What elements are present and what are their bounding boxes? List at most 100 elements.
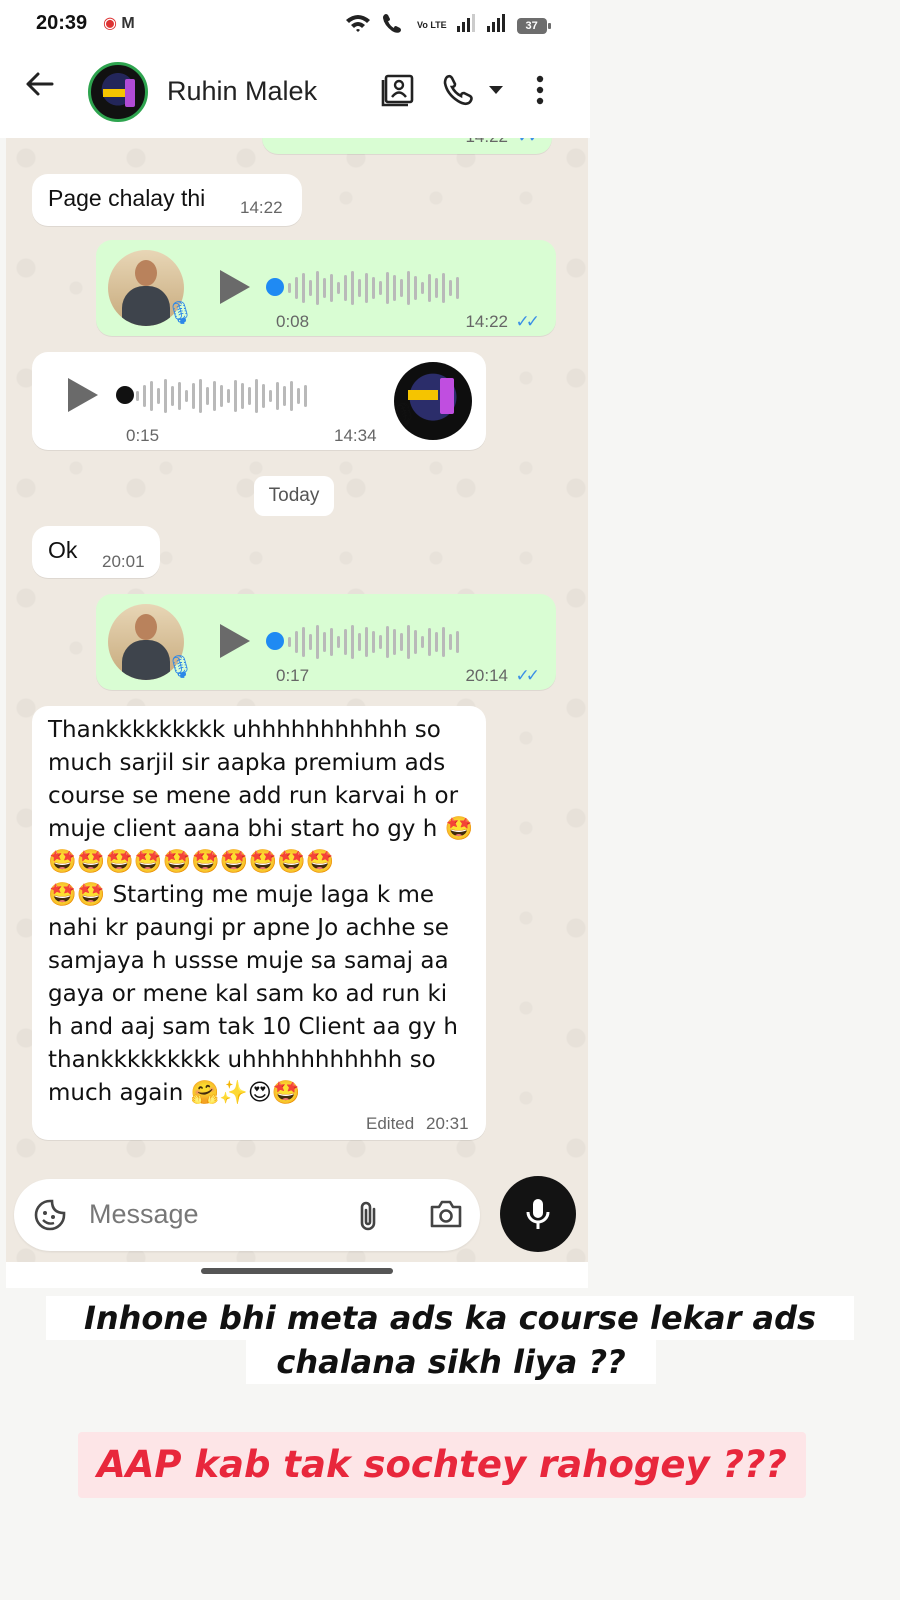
- waveform-bar: [309, 634, 312, 650]
- battery-icon: 37: [516, 17, 551, 34]
- read-ticks-icon: ✓✓: [515, 666, 540, 685]
- waveform-bar: [400, 633, 403, 651]
- message-time: 20:01: [102, 552, 145, 571]
- back-arrow-icon[interactable]: [24, 68, 64, 108]
- waveform-bar: [449, 634, 452, 650]
- waveform-bar: [379, 281, 382, 295]
- waveform-bar: [337, 636, 340, 648]
- camera-icon[interactable]: [429, 1199, 463, 1231]
- message-time: 20:14: [465, 666, 508, 685]
- waveform[interactable]: [288, 624, 459, 660]
- caption-highlight: AAP kab tak sochtey rahogey ???: [78, 1432, 806, 1498]
- waveform-bar: [171, 386, 174, 406]
- waveform-bar: [421, 636, 424, 648]
- waveform-bar: [435, 632, 438, 652]
- status-time: 20:39: [36, 12, 88, 34]
- contact-name[interactable]: Ruhin Malek: [167, 76, 317, 107]
- message-line: much sarjil sir aapka premium ads: [48, 750, 446, 776]
- waveform-bar: [290, 381, 293, 411]
- chat-area[interactable]: 14:22 ✓✓ Page chalay thi 14:22 🎙 0:08 14…: [6, 138, 588, 1266]
- caption-line-1: Inhone bhi meta ads ka course lekar ads: [46, 1296, 854, 1340]
- contact-card-icon[interactable]: [380, 72, 416, 108]
- waveform[interactable]: [136, 378, 307, 414]
- sticker-icon[interactable]: [34, 1199, 66, 1231]
- waveform-bar: [407, 271, 410, 305]
- voice-note-outgoing[interactable]: 🎙 0:17 20:14 ✓✓: [96, 594, 556, 690]
- playhead-dot[interactable]: [266, 632, 284, 650]
- waveform-bar: [379, 635, 382, 649]
- waveform-bar: [192, 383, 195, 409]
- playhead-dot[interactable]: [116, 386, 134, 404]
- waveform-bar: [456, 631, 459, 653]
- waveform-bar: [428, 274, 431, 302]
- waveform-bar: [276, 382, 279, 410]
- waveform-bar: [393, 629, 396, 655]
- message-bubble-incoming[interactable]: Thankkkkkkkkk uhhhhhhhhhhh so much sarji…: [32, 706, 486, 1140]
- play-icon[interactable]: [220, 624, 250, 658]
- waveform-bar: [400, 279, 403, 297]
- waveform-bar: [295, 631, 298, 653]
- dropdown-icon[interactable]: [478, 72, 514, 108]
- waveform-bar: [407, 625, 410, 659]
- play-icon[interactable]: [220, 270, 250, 304]
- waveform-bar: [136, 391, 139, 401]
- waveform-bar: [344, 275, 347, 301]
- waveform-bar: [456, 277, 459, 299]
- waveform-bar: [288, 283, 291, 293]
- waveform-bar: [206, 387, 209, 405]
- message-line: h and aaj sam tak 10 Client aa gy h: [48, 1014, 458, 1040]
- waveform[interactable]: [288, 270, 459, 306]
- voice-note-outgoing[interactable]: 🎙 0:08 14:22 ✓✓: [96, 240, 556, 336]
- waveform-bar: [213, 381, 216, 411]
- attach-icon[interactable]: [354, 1199, 384, 1231]
- waveform-bar: [288, 637, 291, 647]
- message-bubble-outgoing[interactable]: 14:22 ✓✓: [262, 138, 552, 154]
- waveform-bar: [262, 384, 265, 408]
- waveform-bar: [414, 276, 417, 300]
- waveform-bar: [351, 625, 354, 659]
- playhead-dot[interactable]: [266, 278, 284, 296]
- voice-duration: 0:17: [276, 666, 310, 685]
- more-icon[interactable]: [522, 72, 558, 108]
- edited-label: Edited: [366, 1114, 415, 1133]
- play-icon[interactable]: [68, 378, 98, 412]
- app-notification-icon: ◉: [103, 15, 117, 32]
- message-time: 14:22: [240, 198, 283, 217]
- waveform-bar: [365, 273, 368, 303]
- waveform-bar: [269, 390, 272, 402]
- voice-note-incoming[interactable]: 0:15 14:34 🎙: [32, 352, 486, 450]
- message-input[interactable]: Message: [89, 1199, 199, 1230]
- contact-avatar[interactable]: [88, 62, 148, 122]
- message-bubble-incoming[interactable]: Page chalay thi 14:22: [32, 174, 302, 226]
- message-line: Thankkkkkkkkk uhhhhhhhhhhh so: [48, 717, 441, 743]
- waveform-bar: [421, 282, 424, 294]
- waveform-bar: [295, 277, 298, 299]
- waveform-bar: [337, 282, 340, 294]
- status-bar: 20:39 ◉ M Vo LTE 37: [0, 0, 590, 48]
- waveform-bar: [358, 633, 361, 651]
- waveform-bar: [316, 271, 319, 305]
- waveform-bar: [199, 379, 202, 413]
- waveform-bar: [435, 278, 438, 298]
- waveform-bar: [365, 627, 368, 657]
- message-time: 14:22: [465, 312, 508, 331]
- wifi-icon: [345, 13, 371, 38]
- date-divider: Today: [254, 476, 334, 516]
- read-ticks-icon: ✓✓: [518, 138, 542, 147]
- waveform-bar: [344, 629, 347, 655]
- waveform-bar: [316, 625, 319, 659]
- caption-line-2: chalana sikh liya ??: [246, 1340, 656, 1384]
- message-text: Page chalay thi: [48, 185, 206, 211]
- message-text: Thankkkkkkkkk uhhhhhhhhhhh so much sarji…: [48, 714, 478, 1110]
- waveform-bar: [157, 388, 160, 404]
- message-input-bar[interactable]: Message: [14, 1179, 480, 1251]
- mic-icon: [526, 1199, 550, 1229]
- voice-duration: 0:15: [126, 426, 160, 445]
- message-bubble-incoming[interactable]: Ok 20:01: [32, 526, 160, 578]
- gesture-pill[interactable]: [201, 1268, 393, 1274]
- voice-record-button[interactable]: [500, 1176, 576, 1252]
- phone-icon[interactable]: [440, 72, 476, 108]
- waveform-bar: [283, 386, 286, 406]
- message-line: samjaya h ussse muje sa samaj aa: [48, 948, 449, 974]
- waveform-bar: [255, 379, 258, 413]
